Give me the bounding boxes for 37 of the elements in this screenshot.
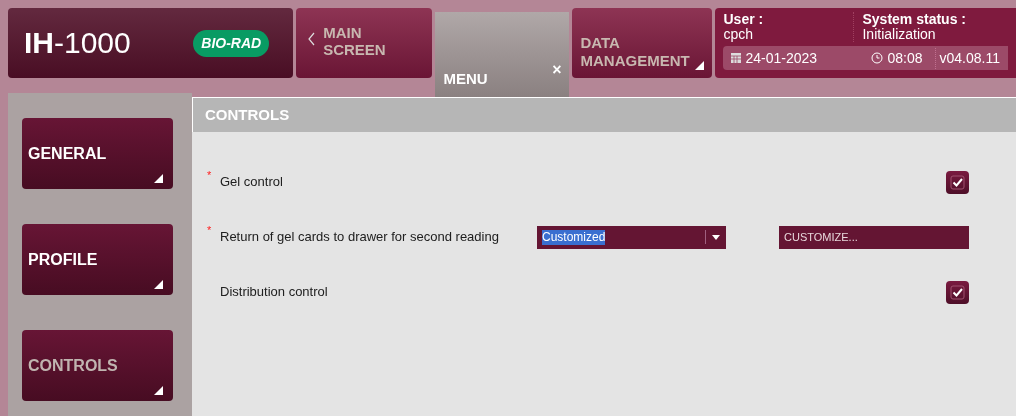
- required-mark: *: [207, 169, 212, 181]
- customize-button[interactable]: CUSTOMIZE...: [779, 225, 969, 249]
- brand-logo: BIO-RAD: [193, 29, 270, 57]
- checkbox[interactable]: [946, 170, 969, 194]
- data-management-button[interactable]: DATA MANAGEMENT: [572, 8, 713, 78]
- chevron-left-icon: [308, 32, 316, 46]
- field-label: Return of gel cards to drawer for second reading: [220, 228, 500, 247]
- dropdown[interactable]: Customized: [537, 225, 726, 249]
- version: v04.08.11: [934, 47, 1000, 69]
- required-mark: *: [207, 224, 212, 236]
- corner-triangle-icon: [154, 174, 163, 183]
- system-status-value: Initialization: [862, 27, 937, 42]
- checkbox[interactable]: [946, 280, 969, 304]
- user-value: cpch: [723, 27, 755, 42]
- field-label: Distribution control: [220, 283, 329, 302]
- user-label: User :: [723, 12, 765, 27]
- caret-icon: [712, 234, 720, 240]
- clock-icon: [871, 52, 884, 64]
- corner-triangle-icon: [154, 280, 163, 289]
- menu-tab[interactable]: MENU ×: [435, 12, 570, 98]
- main-screen-button[interactable]: MAIN SCREEN: [296, 8, 433, 78]
- date: 24-01-2023: [745, 48, 819, 68]
- time: 08:08: [887, 48, 923, 68]
- system-status-label: System status :: [862, 12, 966, 27]
- field-label: Gel control: [220, 173, 284, 192]
- check-icon: [950, 284, 965, 300]
- close-button[interactable]: ×: [552, 62, 562, 78]
- sidebar-item[interactable]: PROFILE: [22, 224, 173, 295]
- panel-title: CONTROLS: [205, 104, 290, 125]
- corner-triangle-icon: [695, 61, 705, 70]
- menu-label: MENU: [443, 68, 488, 89]
- sidebar-item[interactable]: CONTROLS: [22, 330, 173, 401]
- corner-triangle-icon: [154, 386, 163, 395]
- product-name: IH-1000: [24, 28, 131, 58]
- calendar-icon: [731, 53, 742, 63]
- check-icon: [950, 174, 965, 190]
- sidebar-item[interactable]: GENERAL: [22, 118, 173, 189]
